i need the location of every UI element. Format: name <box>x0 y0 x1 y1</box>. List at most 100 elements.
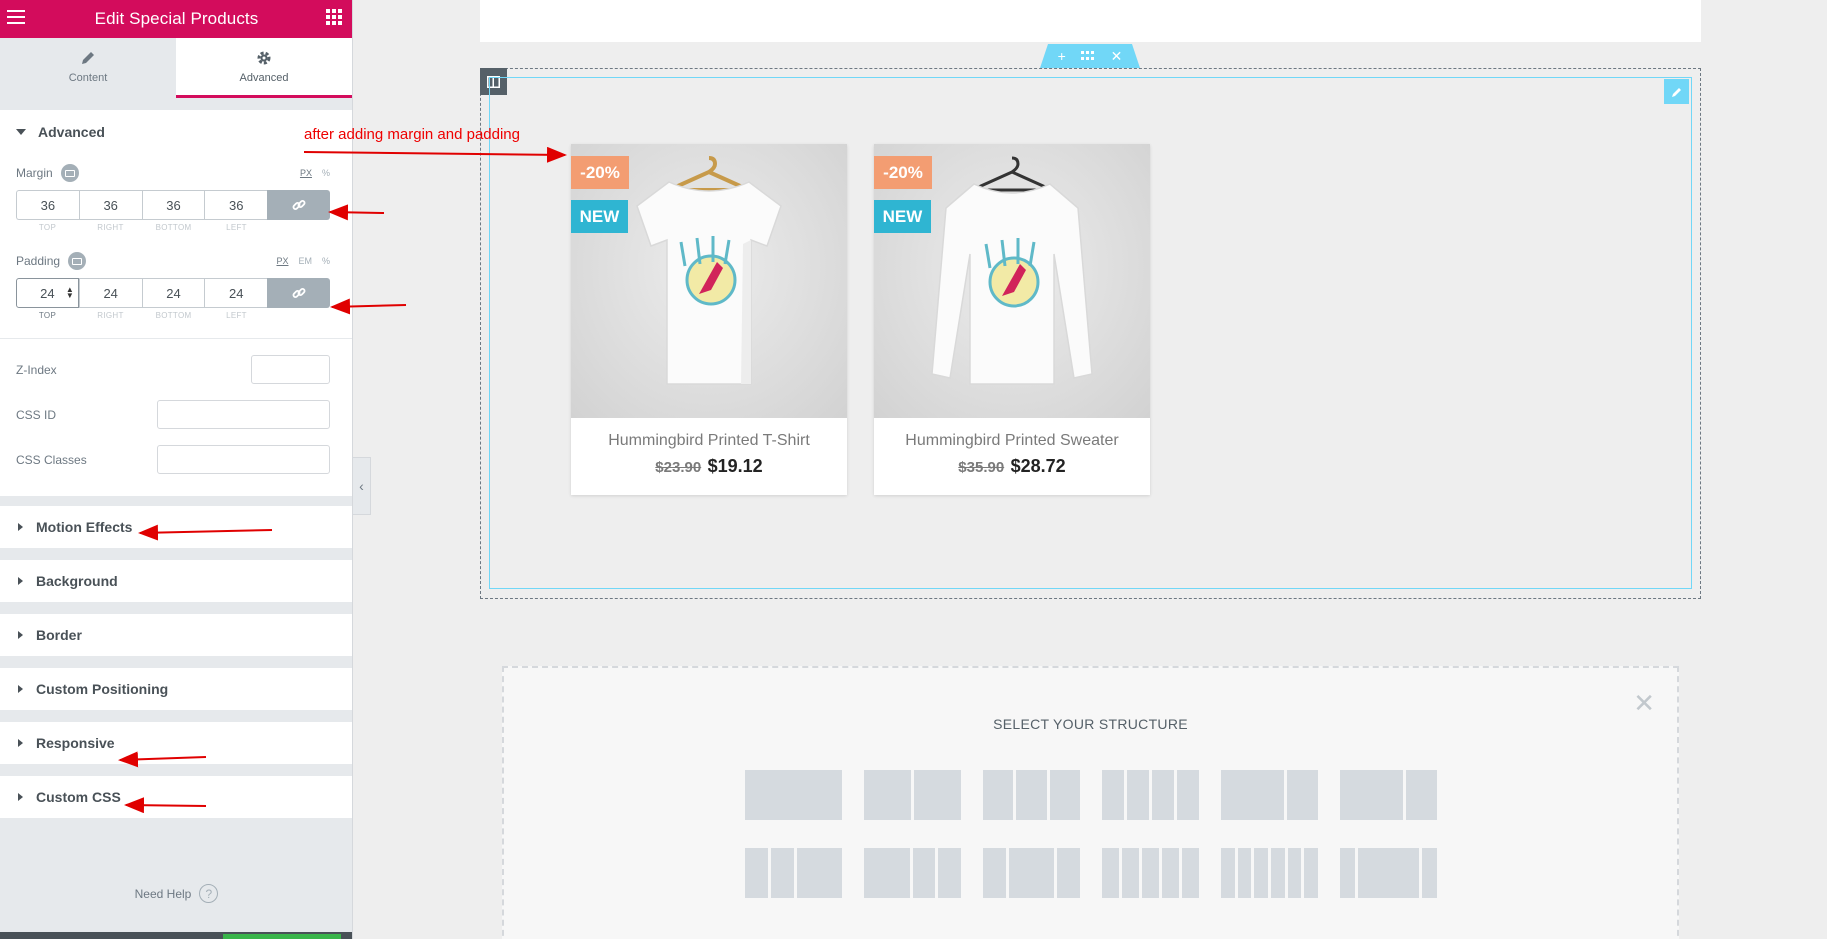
publish-button[interactable] <box>223 934 341 939</box>
edit-widget-pencil-icon[interactable] <box>1664 79 1689 104</box>
product-image[interactable]: -20% NEW <box>874 144 1150 418</box>
structure-preset[interactable] <box>864 848 961 898</box>
structure-preset[interactable] <box>1221 770 1318 820</box>
structure-preset[interactable] <box>1102 770 1199 820</box>
apps-grid-icon[interactable] <box>326 8 342 30</box>
margin-top-input[interactable]: 36 <box>16 190 79 220</box>
structure-preset[interactable] <box>864 770 961 820</box>
question-icon: ? <box>199 884 219 903</box>
responsive-device-icon[interactable] <box>68 252 87 270</box>
padding-left-input[interactable]: 24 <box>204 278 268 308</box>
structure-preset[interactable] <box>983 770 1080 820</box>
product-name[interactable]: Hummingbird Printed T-Shirt <box>571 432 847 450</box>
css-classes-row: CSS Classes <box>0 437 352 482</box>
padding-bottom-input[interactable]: 24 <box>141 278 205 308</box>
section-custom-css[interactable]: Custom CSS <box>0 776 352 818</box>
structure-preset[interactable] <box>745 770 842 820</box>
section-motion-effects[interactable]: Motion Effects <box>0 506 352 548</box>
current-price: $28.72 <box>1010 456 1066 476</box>
section-background[interactable]: Background <box>0 560 352 602</box>
section-label: Responsive <box>36 735 115 751</box>
structure-preset[interactable] <box>1340 848 1438 898</box>
panel-title: Edit Special Products <box>94 9 259 28</box>
drag-handle-icon[interactable] <box>1081 48 1095 64</box>
side-label-top: TOP <box>38 223 57 232</box>
collapse-panel-button[interactable]: ‹ <box>353 457 371 515</box>
unit-percent[interactable]: % <box>322 256 330 266</box>
tab-content[interactable]: Content <box>0 38 176 98</box>
structure-preset[interactable] <box>983 848 1080 898</box>
side-label-left: LEFT <box>226 311 247 320</box>
panel-header: Edit Special Products <box>0 0 352 38</box>
side-label-left: LEFT <box>226 223 247 232</box>
css-id-input[interactable] <box>157 400 330 429</box>
unit-px[interactable]: PX <box>276 256 288 266</box>
select-structure-title: SELECT YOUR STRUCTURE <box>993 716 1188 732</box>
section-label: Custom Positioning <box>36 681 169 697</box>
product-image[interactable]: -20% NEW <box>571 144 847 418</box>
unit-percent[interactable]: % <box>322 168 330 178</box>
padding-control-header: Padding PX EM % <box>0 252 352 270</box>
padding-side-labels: TOP RIGHT BOTTOM LEFT <box>16 311 330 320</box>
link-icon <box>292 288 306 298</box>
product-card[interactable]: -20% NEW Hummingbird Printed T-Shirt $23… <box>571 144 847 495</box>
structure-preset[interactable] <box>745 848 842 898</box>
margin-left-input[interactable]: 36 <box>204 190 268 220</box>
structure-preset[interactable] <box>1340 770 1437 820</box>
css-classes-input[interactable] <box>157 445 330 474</box>
css-id-label: CSS ID <box>16 407 57 422</box>
unit-em[interactable]: EM <box>298 256 312 266</box>
product-card[interactable]: -20% NEW Hummingbird Printed Sweater $35… <box>874 144 1150 495</box>
tab-advanced-label: Advanced <box>239 71 289 84</box>
close-icon[interactable]: ✕ <box>1633 688 1655 719</box>
product-name[interactable]: Hummingbird Printed Sweater <box>874 432 1150 450</box>
css-classes-label: CSS Classes <box>16 452 87 467</box>
padding-right-input[interactable]: 24 <box>78 278 142 308</box>
section-label: Background <box>36 573 118 589</box>
section-label: Motion Effects <box>36 519 133 535</box>
delete-section-icon[interactable]: ✕ <box>1111 48 1123 65</box>
advanced-section-header[interactable]: Advanced <box>0 110 352 154</box>
caret-right-icon <box>18 631 23 639</box>
margin-right-input[interactable]: 36 <box>78 190 142 220</box>
add-section-icon[interactable]: + <box>1058 48 1066 64</box>
side-label-top: TOP <box>38 311 57 320</box>
hamburger-menu-icon[interactable] <box>7 9 27 30</box>
old-price: $35.90 <box>958 459 1005 476</box>
structure-preset[interactable] <box>1102 848 1199 898</box>
margin-dimensions: 36 36 36 36 <box>16 190 330 220</box>
gear-icon <box>257 51 271 64</box>
advanced-section: Advanced Margin PX % 36 36 36 36 TOP RIG… <box>0 110 352 496</box>
tab-content-label: Content <box>68 71 108 84</box>
side-label-bottom: BOTTOM <box>155 311 192 320</box>
padding-top-input[interactable]: 24 ▲ ▼ <box>16 278 79 308</box>
section-toolbar: + ✕ <box>1040 44 1140 68</box>
padding-units: PX EM % <box>276 256 330 266</box>
side-label-bottom: BOTTOM <box>155 223 192 232</box>
product-prices: $35.90 $28.72 <box>874 456 1150 477</box>
spinner-arrows-icon[interactable]: ▲ ▼ <box>66 286 74 300</box>
caret-down-icon <box>16 129 26 135</box>
current-price: $19.12 <box>707 456 763 476</box>
product-prices: $23.90 $19.12 <box>571 456 847 477</box>
section-custom-positioning[interactable]: Custom Positioning <box>0 668 352 710</box>
discount-badge: -20% <box>571 156 629 189</box>
side-label-right: RIGHT <box>97 223 124 232</box>
responsive-device-icon[interactable] <box>60 164 79 182</box>
padding-link-button[interactable] <box>267 278 330 308</box>
new-badge: NEW <box>571 200 628 233</box>
margin-side-labels: TOP RIGHT BOTTOM LEFT <box>16 223 330 232</box>
unit-px[interactable]: PX <box>300 168 312 178</box>
structure-preset[interactable] <box>1221 848 1319 898</box>
need-help-link[interactable]: Need Help ? <box>0 884 352 903</box>
css-id-row: CSS ID <box>0 392 352 437</box>
section-border[interactable]: Border <box>0 614 352 656</box>
tab-advanced[interactable]: Advanced <box>176 38 352 98</box>
padding-top-value: 24 <box>40 285 55 301</box>
z-index-label: Z-Index <box>16 362 57 377</box>
z-index-input[interactable] <box>251 355 330 384</box>
caret-right-icon <box>18 523 23 531</box>
section-responsive[interactable]: Responsive <box>0 722 352 764</box>
margin-link-button[interactable] <box>267 190 330 220</box>
margin-bottom-input[interactable]: 36 <box>141 190 205 220</box>
